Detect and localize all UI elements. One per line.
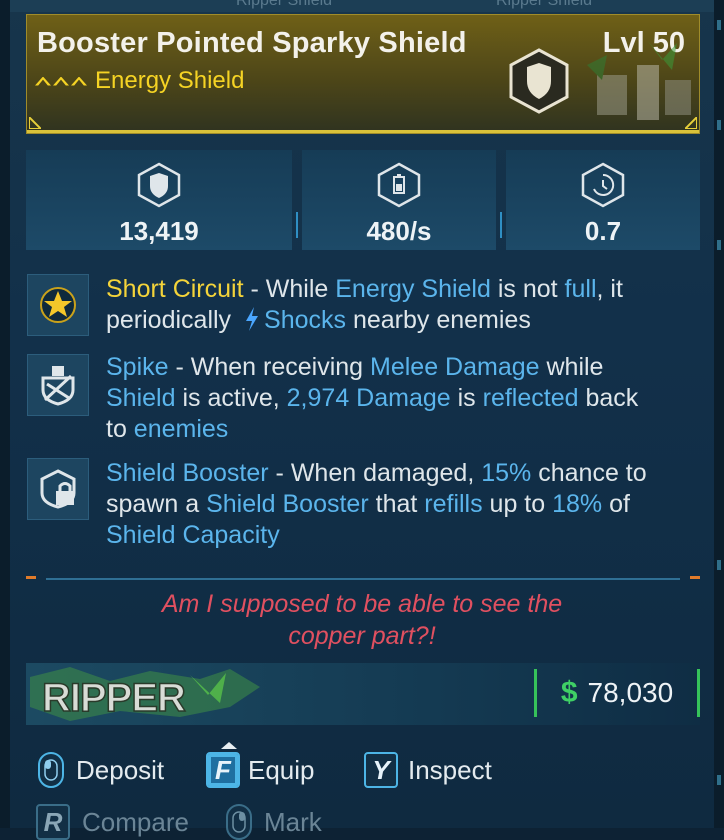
keyword: 15% <box>481 459 532 487</box>
stat-value: 13,419 <box>119 216 199 246</box>
dollar-icon: $ <box>560 676 578 709</box>
spike-perk-icon <box>27 354 89 416</box>
keyword: reflected <box>482 384 579 412</box>
price: $ 78,030 <box>534 669 700 717</box>
perk-text-fragment: - When receiving <box>168 353 371 381</box>
keyword: Shocks <box>264 306 346 334</box>
key-f-icon: F <box>206 752 240 788</box>
ripper-logo: RIPPER <box>30 667 260 721</box>
stat-divider <box>296 212 298 238</box>
flavor-line: copper part?! <box>288 622 436 650</box>
manufacturer-bar: RIPPER $ 78,030 <box>26 663 700 725</box>
perk-description: Spike - When receiving Melee Damage whil… <box>106 352 686 445</box>
stat-capacity: 13,419 <box>26 150 292 250</box>
perk-text-fragment: up to <box>482 490 553 518</box>
action-label: Mark <box>264 806 322 837</box>
perk-text-fragment: while <box>539 353 604 381</box>
booster-perk-icon <box>27 458 89 520</box>
perk-text-fragment: - While <box>243 275 336 303</box>
perk-text-fragment: is not <box>490 275 565 303</box>
keyword: refills <box>424 490 483 518</box>
manufacturer-logo-text: RIPPER <box>42 676 186 720</box>
corner-marker-icon <box>29 117 41 129</box>
manufacturer-art-icon <box>587 40 691 120</box>
flavor-text: Am I supposed to be able to see the copp… <box>120 588 604 652</box>
key-r-icon: R <box>36 804 70 840</box>
keyword: Melee Damage <box>370 353 540 381</box>
capacity-shield-icon <box>137 162 181 208</box>
divider-accent <box>690 576 700 579</box>
flavor-line: Am I supposed to be able to see the <box>161 590 563 618</box>
perk-text-fragment: spawn a <box>106 490 207 518</box>
perk-text-fragment: is active, <box>175 384 287 412</box>
perk-text-fragment: - When damaged, <box>268 459 482 487</box>
keyword: Shield Booster <box>206 490 369 518</box>
stat-value: 0.7 <box>584 216 622 246</box>
perk-text-fragment: back <box>578 384 639 412</box>
perk-text-fragment: of <box>602 490 630 518</box>
mark-action[interactable]: Mark <box>226 804 322 840</box>
price-amount: 78,030 <box>587 677 674 708</box>
equip-action[interactable]: F Equip <box>206 752 315 788</box>
action-label: Compare <box>82 806 189 837</box>
ghost-item-label-left: Ripper Shield <box>236 0 333 9</box>
keyword: enemies <box>133 415 229 443</box>
keyword: full <box>564 275 597 303</box>
rarity-row: Energy Shield <box>35 67 244 95</box>
mouse-left-icon <box>38 752 64 788</box>
mouse-right-icon <box>226 804 252 840</box>
shield-icon <box>509 48 569 114</box>
keyword: Shield <box>106 384 176 412</box>
deposit-action[interactable]: Deposit <box>38 752 164 788</box>
action-label: Equip <box>248 754 315 785</box>
perk-text-fragment: nearby enemies <box>346 306 531 334</box>
perk-text-fragment: , it <box>596 275 623 303</box>
inspect-action[interactable]: Y Inspect <box>364 752 492 788</box>
shock-bolt-icon <box>246 307 259 331</box>
perk-description: Short Circuit - While Energy Shield is n… <box>106 274 686 336</box>
perk-text-fragment: to <box>106 415 134 443</box>
perk-text-fragment: is <box>450 384 483 412</box>
item-header: Booster Pointed Sparky Shield Lvl 50 Ene… <box>26 14 700 134</box>
rarity-chevrons-icon <box>35 76 87 86</box>
right-scroll-track <box>714 0 724 828</box>
star-perk-icon <box>27 274 89 336</box>
action-label: Deposit <box>76 754 165 785</box>
ghost-item-label-right: Ripper Shield <box>496 0 593 9</box>
stat-recharge-rate: 480/s <box>302 150 496 250</box>
stat-value: 480/s <box>366 216 432 246</box>
perk-description: Shield Booster - When damaged, 15% chanc… <box>106 458 686 551</box>
action-label: Inspect <box>408 754 492 785</box>
key-y-icon: Y <box>364 752 398 788</box>
perk-text-fragment: periodically <box>106 306 239 334</box>
left-border <box>0 0 10 828</box>
item-name: Booster Pointed Sparky Shield <box>37 27 467 59</box>
keyword: 2,974 Damage <box>286 384 451 412</box>
divider <box>46 578 680 580</box>
item-type: Energy Shield <box>95 67 245 94</box>
perk-text-fragment: chance to <box>531 459 647 487</box>
recharge-rate-icon <box>377 162 421 208</box>
compare-action[interactable]: R Compare <box>36 804 189 840</box>
top-strip: Ripper Shield Ripper Shield <box>0 0 724 12</box>
perk-name: Short Circuit <box>106 275 244 303</box>
selection-caret-icon <box>221 742 237 749</box>
keyword: 18% <box>552 490 603 518</box>
stat-divider <box>500 212 502 238</box>
keyword: Shield Capacity <box>106 521 280 549</box>
perk-name: Spike <box>106 353 169 381</box>
perk-name: Shield Booster <box>106 459 269 487</box>
corner-marker-icon <box>685 117 697 129</box>
keyword: Energy Shield <box>335 275 491 303</box>
divider-accent <box>26 576 36 579</box>
stat-recharge-delay: 0.7 <box>506 150 700 250</box>
perk-text-fragment: that <box>368 490 425 518</box>
recharge-delay-icon <box>581 162 625 208</box>
